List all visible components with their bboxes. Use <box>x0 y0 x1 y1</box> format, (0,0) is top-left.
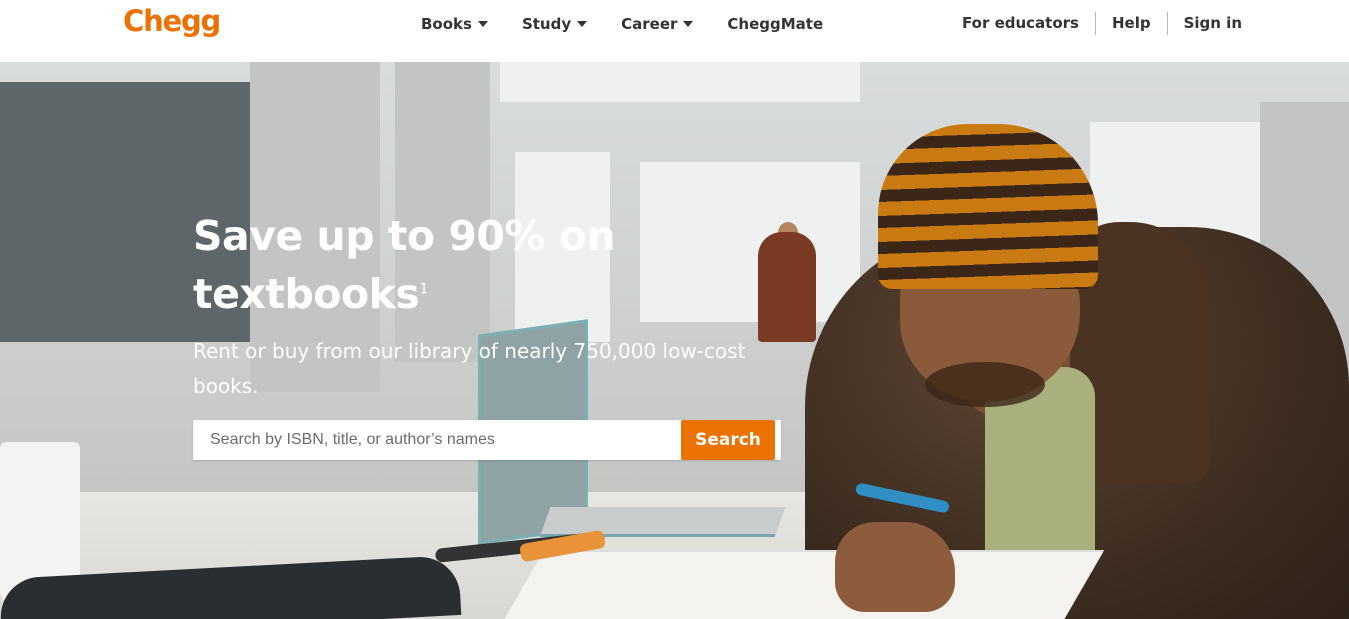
hero-subtitle: Rent or buy from our library of nearly 7… <box>193 339 746 398</box>
footnote-marker[interactable]: 1 <box>419 281 428 297</box>
main-nav: Books Study Career CheggMate <box>421 14 857 34</box>
top-navigation: Chegg Books Study Career CheggMate For e… <box>0 0 1349 62</box>
caret-down-icon <box>477 21 488 27</box>
caret-down-icon <box>577 21 588 27</box>
hero-title: Save up to 90% on textbooks1 <box>193 207 623 323</box>
nav-career-label: Career <box>621 15 678 33</box>
textbook-search-form: Search <box>193 420 781 460</box>
nav-cheggmate-label: CheggMate <box>727 15 824 33</box>
nav-books-label: Books <box>421 15 472 33</box>
help-link[interactable]: Help <box>1096 12 1167 35</box>
secondary-nav: For educators Help Sign in <box>946 12 1242 35</box>
nav-cheggmate[interactable]: CheggMate <box>727 14 823 34</box>
search-button[interactable]: Search <box>681 420 775 460</box>
textbook-search-input[interactable] <box>193 420 681 460</box>
sign-in-link[interactable]: Sign in <box>1168 12 1242 35</box>
nav-study[interactable]: Study <box>521 14 588 34</box>
for-educators-link[interactable]: For educators <box>946 12 1095 35</box>
caret-down-icon <box>683 21 694 27</box>
nav-career[interactable]: Career <box>621 14 694 34</box>
chegg-logo[interactable]: Chegg <box>123 4 221 38</box>
hero-title-text: Save up to 90% on textbooks <box>193 212 616 318</box>
nav-books[interactable]: Books <box>421 14 488 34</box>
nav-study-label: Study <box>521 15 572 33</box>
